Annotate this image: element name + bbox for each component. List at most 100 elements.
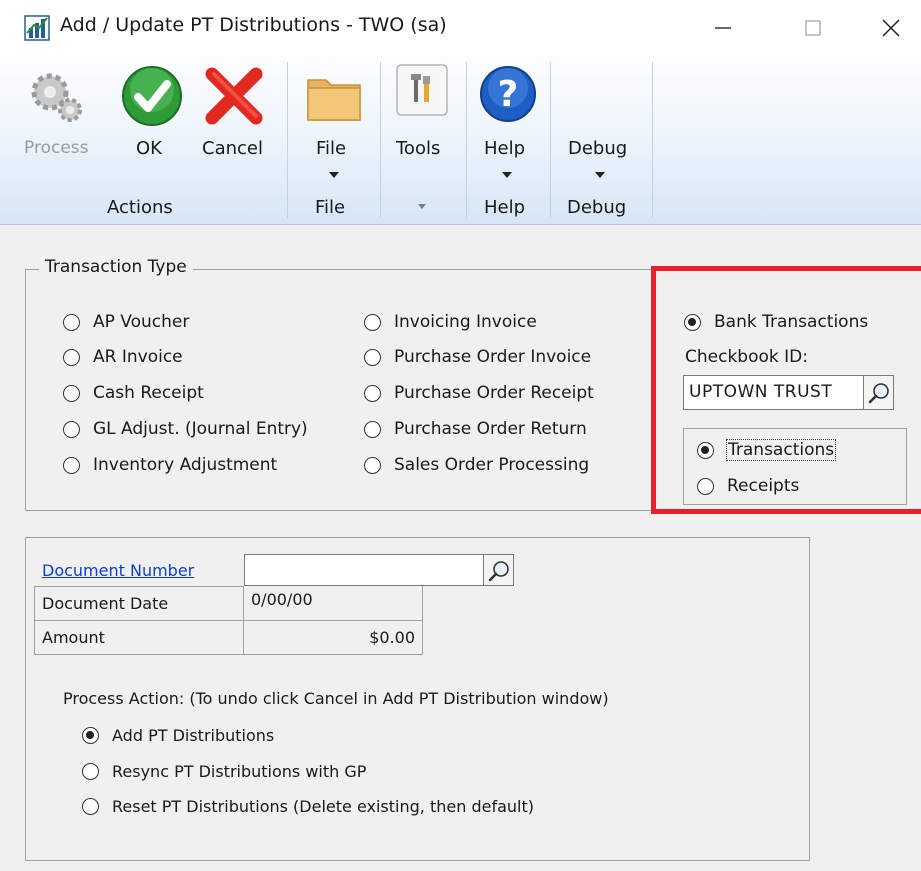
radio-indicator <box>82 798 99 815</box>
radio-indicator <box>684 313 701 331</box>
option-label: Purchase Order Invoice <box>394 347 592 367</box>
radio-cash-receipt[interactable]: Cash Receipt <box>63 383 204 403</box>
window-title: Add / Update PT Distributions - TWO (sa) <box>60 14 447 36</box>
folder-icon <box>307 79 361 121</box>
file-button[interactable]: File <box>296 62 372 190</box>
help-label: Help <box>484 138 526 159</box>
tools-label: Tools <box>396 138 441 159</box>
option-label: Resync PT Distributions with GP <box>112 762 367 781</box>
amount-label: Amount <box>42 628 105 647</box>
document-number-input[interactable] <box>244 554 484 586</box>
radio-purchase-order-return[interactable]: Purchase Order Return <box>364 419 587 439</box>
magnifier-icon <box>868 383 889 404</box>
ribbon-toolbar: Process OK Cancel Actions File File Tool… <box>0 56 921 225</box>
radio-inventory-adjustment[interactable]: Inventory Adjustment <box>63 455 277 475</box>
svg-text:?: ? <box>498 74 519 115</box>
radio-indicator <box>63 313 80 331</box>
radio-indicator <box>697 441 714 459</box>
help-group-label: Help <box>484 197 526 218</box>
help-dropdown-arrow-icon <box>502 172 512 178</box>
option-label: AP Voucher <box>93 312 190 332</box>
actions-group-label: Actions <box>107 197 173 218</box>
checkbook-id-label: Checkbook ID: <box>685 347 808 367</box>
radio-indicator <box>364 420 381 438</box>
amount-value: $0.00 <box>369 628 415 647</box>
debug-label: Debug <box>568 138 628 159</box>
ok-button[interactable]: OK <box>112 62 192 172</box>
radio-ar-invoice[interactable]: AR Invoice <box>63 347 183 367</box>
radio-purchase-order-receipt[interactable]: Purchase Order Receipt <box>364 383 594 403</box>
tools-button[interactable]: Tools <box>384 62 462 172</box>
radio-indicator <box>364 313 381 331</box>
radio-ap-voucher[interactable]: AP Voucher <box>63 312 189 332</box>
option-label: Sales Order Processing <box>394 455 590 475</box>
radio-indicator <box>82 727 99 744</box>
option-label: Add PT Distributions <box>112 726 275 745</box>
checkbook-id-input[interactable]: UPTOWN TRUST <box>683 375 864 410</box>
radio-purchase-order-invoice[interactable]: Purchase Order Invoice <box>364 347 591 367</box>
ribbon-separator <box>652 62 653 218</box>
process-action-label: Process Action: (To undo click Cancel in… <box>63 689 609 708</box>
option-label: GL Adjust. (Journal Entry) <box>93 419 308 439</box>
radio-indicator <box>697 477 714 495</box>
checkbook-id-value: UPTOWN TRUST <box>689 382 833 402</box>
gears-icon <box>31 73 82 122</box>
help-button[interactable]: ? Help <box>472 62 544 190</box>
minimize-icon <box>715 27 731 29</box>
minimize-button[interactable] <box>693 0 753 56</box>
checkbook-lookup-button[interactable] <box>864 375 894 410</box>
radio-reset-pt-distributions[interactable]: Reset PT Distributions (Delete existing,… <box>82 797 534 816</box>
tools-icon <box>396 64 448 116</box>
title-bar: Add / Update PT Distributions - TWO (sa) <box>0 0 921 56</box>
process-button[interactable]: Process <box>14 62 100 172</box>
option-label: Transactions <box>725 439 837 461</box>
radio-indicator <box>63 420 80 438</box>
close-icon <box>882 19 900 37</box>
radio-bank-receipts[interactable]: Receipts <box>697 476 799 496</box>
process-label: Process <box>24 138 89 158</box>
radio-indicator <box>364 348 381 366</box>
option-label: Inventory Adjustment <box>93 455 278 475</box>
radio-gl-adjust[interactable]: GL Adjust. (Journal Entry) <box>63 419 308 439</box>
debug-button[interactable]: Debug <box>556 62 646 190</box>
radio-sales-order-processing[interactable]: Sales Order Processing <box>364 455 589 475</box>
radio-indicator <box>63 348 80 366</box>
option-label: Receipts <box>727 476 800 496</box>
radio-bank-transactions[interactable]: Bank Transactions <box>684 312 868 332</box>
radio-resync-pt-distributions[interactable]: Resync PT Distributions with GP <box>82 762 366 781</box>
option-label: Cash Receipt <box>93 383 204 403</box>
checkmark-icon <box>122 66 182 126</box>
radio-indicator <box>364 384 381 402</box>
document-date-label: Document Date <box>42 593 169 613</box>
document-date-field[interactable]: 0/00/00 <box>243 586 423 621</box>
radio-indicator <box>63 456 80 474</box>
radio-indicator <box>364 456 381 474</box>
app-chart-icon <box>24 15 50 41</box>
file-dropdown-arrow-icon <box>329 172 339 178</box>
document-number-lookup-button[interactable] <box>484 554 514 586</box>
option-label: AR Invoice <box>93 347 183 367</box>
ribbon-separator <box>550 62 551 218</box>
document-number-link[interactable]: Document Number <box>42 561 194 580</box>
amount-label-cell: Amount <box>34 620 244 655</box>
close-button[interactable] <box>861 0 921 56</box>
ribbon-separator <box>380 62 381 218</box>
radio-indicator <box>63 384 80 402</box>
option-label: Invoicing Invoice <box>394 312 537 332</box>
radio-add-pt-distributions[interactable]: Add PT Distributions <box>82 726 274 745</box>
radio-invoicing-invoice[interactable]: Invoicing Invoice <box>364 312 537 332</box>
option-label: Purchase Order Return <box>394 419 587 439</box>
maximize-button[interactable] <box>783 0 843 56</box>
option-label: Reset PT Distributions (Delete existing,… <box>112 797 534 816</box>
transaction-type-legend: Transaction Type <box>39 257 193 277</box>
debug-group-label: Debug <box>567 197 627 218</box>
radio-bank-transactions-sub[interactable]: Transactions <box>697 439 837 461</box>
cancel-button[interactable]: Cancel <box>194 62 276 172</box>
ribbon-separator <box>287 62 288 218</box>
magnifier-icon <box>488 561 509 582</box>
amount-field: $0.00 <box>243 620 423 655</box>
window-client-area: Transaction Type AP Voucher AR Invoice C… <box>0 225 921 871</box>
document-date-label-cell: Document Date <box>34 586 244 621</box>
tools-group-expand-icon[interactable] <box>418 204 426 209</box>
help-question-icon: ? <box>480 66 536 122</box>
